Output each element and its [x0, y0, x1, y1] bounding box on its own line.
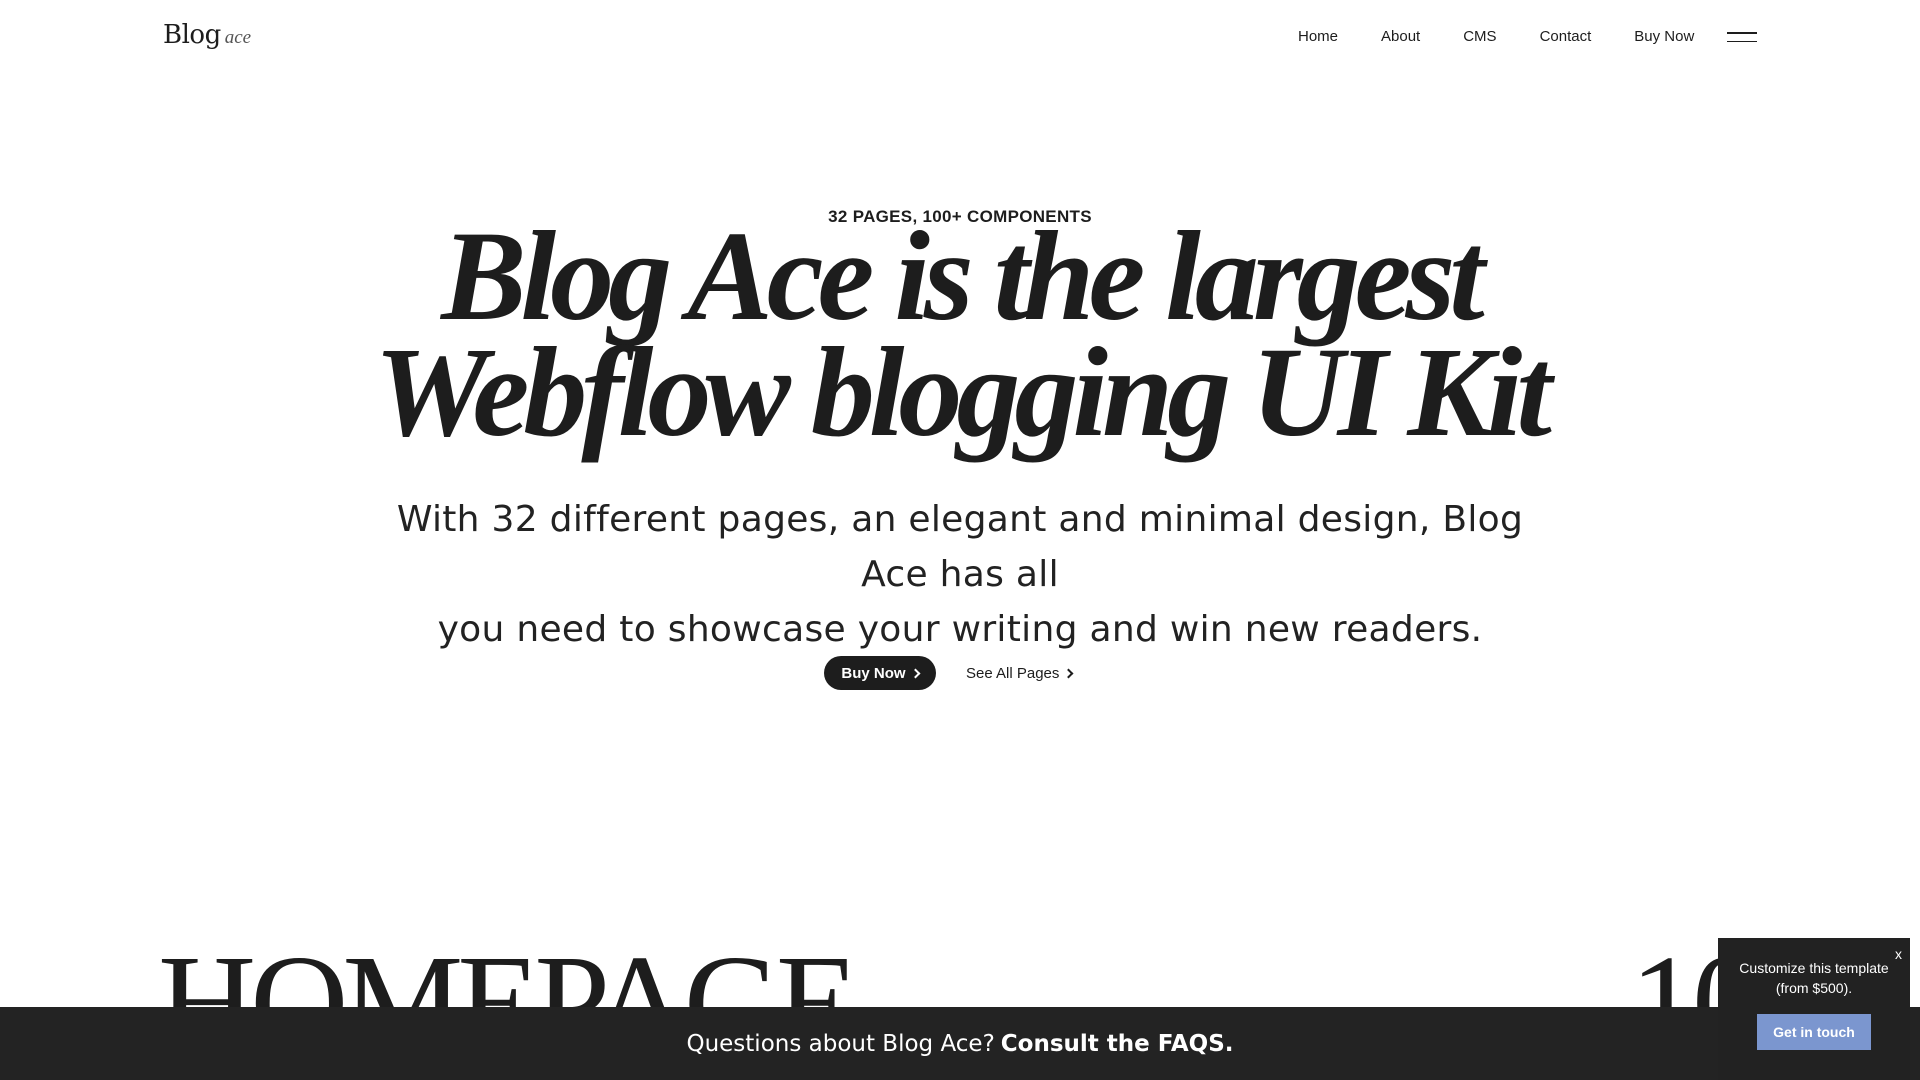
chevron-right-icon [910, 668, 921, 679]
logo[interactable]: Blog ace [163, 20, 251, 50]
faq-question: Questions about Blog Ace? [686, 1030, 995, 1057]
nav-menu: Home About CMS Contact Buy Now [1298, 28, 1737, 45]
hero-subtitle: With 32 different pages, an elegant and … [360, 492, 1560, 657]
hamburger-icon[interactable] [1727, 32, 1757, 44]
faq-bar: Questions about Blog Ace? Consult the FA… [0, 1007, 1920, 1080]
hero-headline-line-2: Webflow blogging UI Kit [374, 321, 1552, 463]
hero-headline-line-1: Blog Ace is the largest [441, 205, 1485, 347]
customize-popup: x Customize this template (from $500). G… [1718, 938, 1910, 1080]
faq-link[interactable]: Consult the FAQS. [1001, 1031, 1234, 1057]
logo-sub-text: ace [224, 27, 252, 48]
nav-contact[interactable]: Contact [1540, 28, 1592, 45]
buy-now-label: Buy Now [841, 664, 906, 682]
logo-main-text: Blog [163, 20, 221, 50]
get-in-touch-button[interactable]: Get in touch [1757, 1014, 1871, 1050]
nav-home[interactable]: Home [1298, 28, 1338, 45]
buy-now-button[interactable]: Buy Now [824, 656, 936, 690]
hero-subtitle-line-2: you need to showcase your writing and wi… [437, 609, 1483, 650]
see-all-pages-label: See All Pages [966, 664, 1060, 682]
see-all-pages-link[interactable]: See All Pages [966, 656, 1074, 690]
hero-subtitle-line-1: With 32 different pages, an elegant and … [396, 499, 1524, 595]
nav-buy-now[interactable]: Buy Now [1634, 28, 1694, 45]
nav-cms[interactable]: CMS [1463, 28, 1496, 45]
hero-headline: Blog Ace is the largest Webflow blogging… [0, 205, 1920, 463]
navbar: Blog ace Home About CMS Contact Buy Now [0, 0, 1920, 75]
nav-about[interactable]: About [1381, 28, 1420, 45]
popup-text: Customize this template (from $500). [1739, 960, 1889, 996]
chevron-right-icon [1063, 668, 1074, 679]
